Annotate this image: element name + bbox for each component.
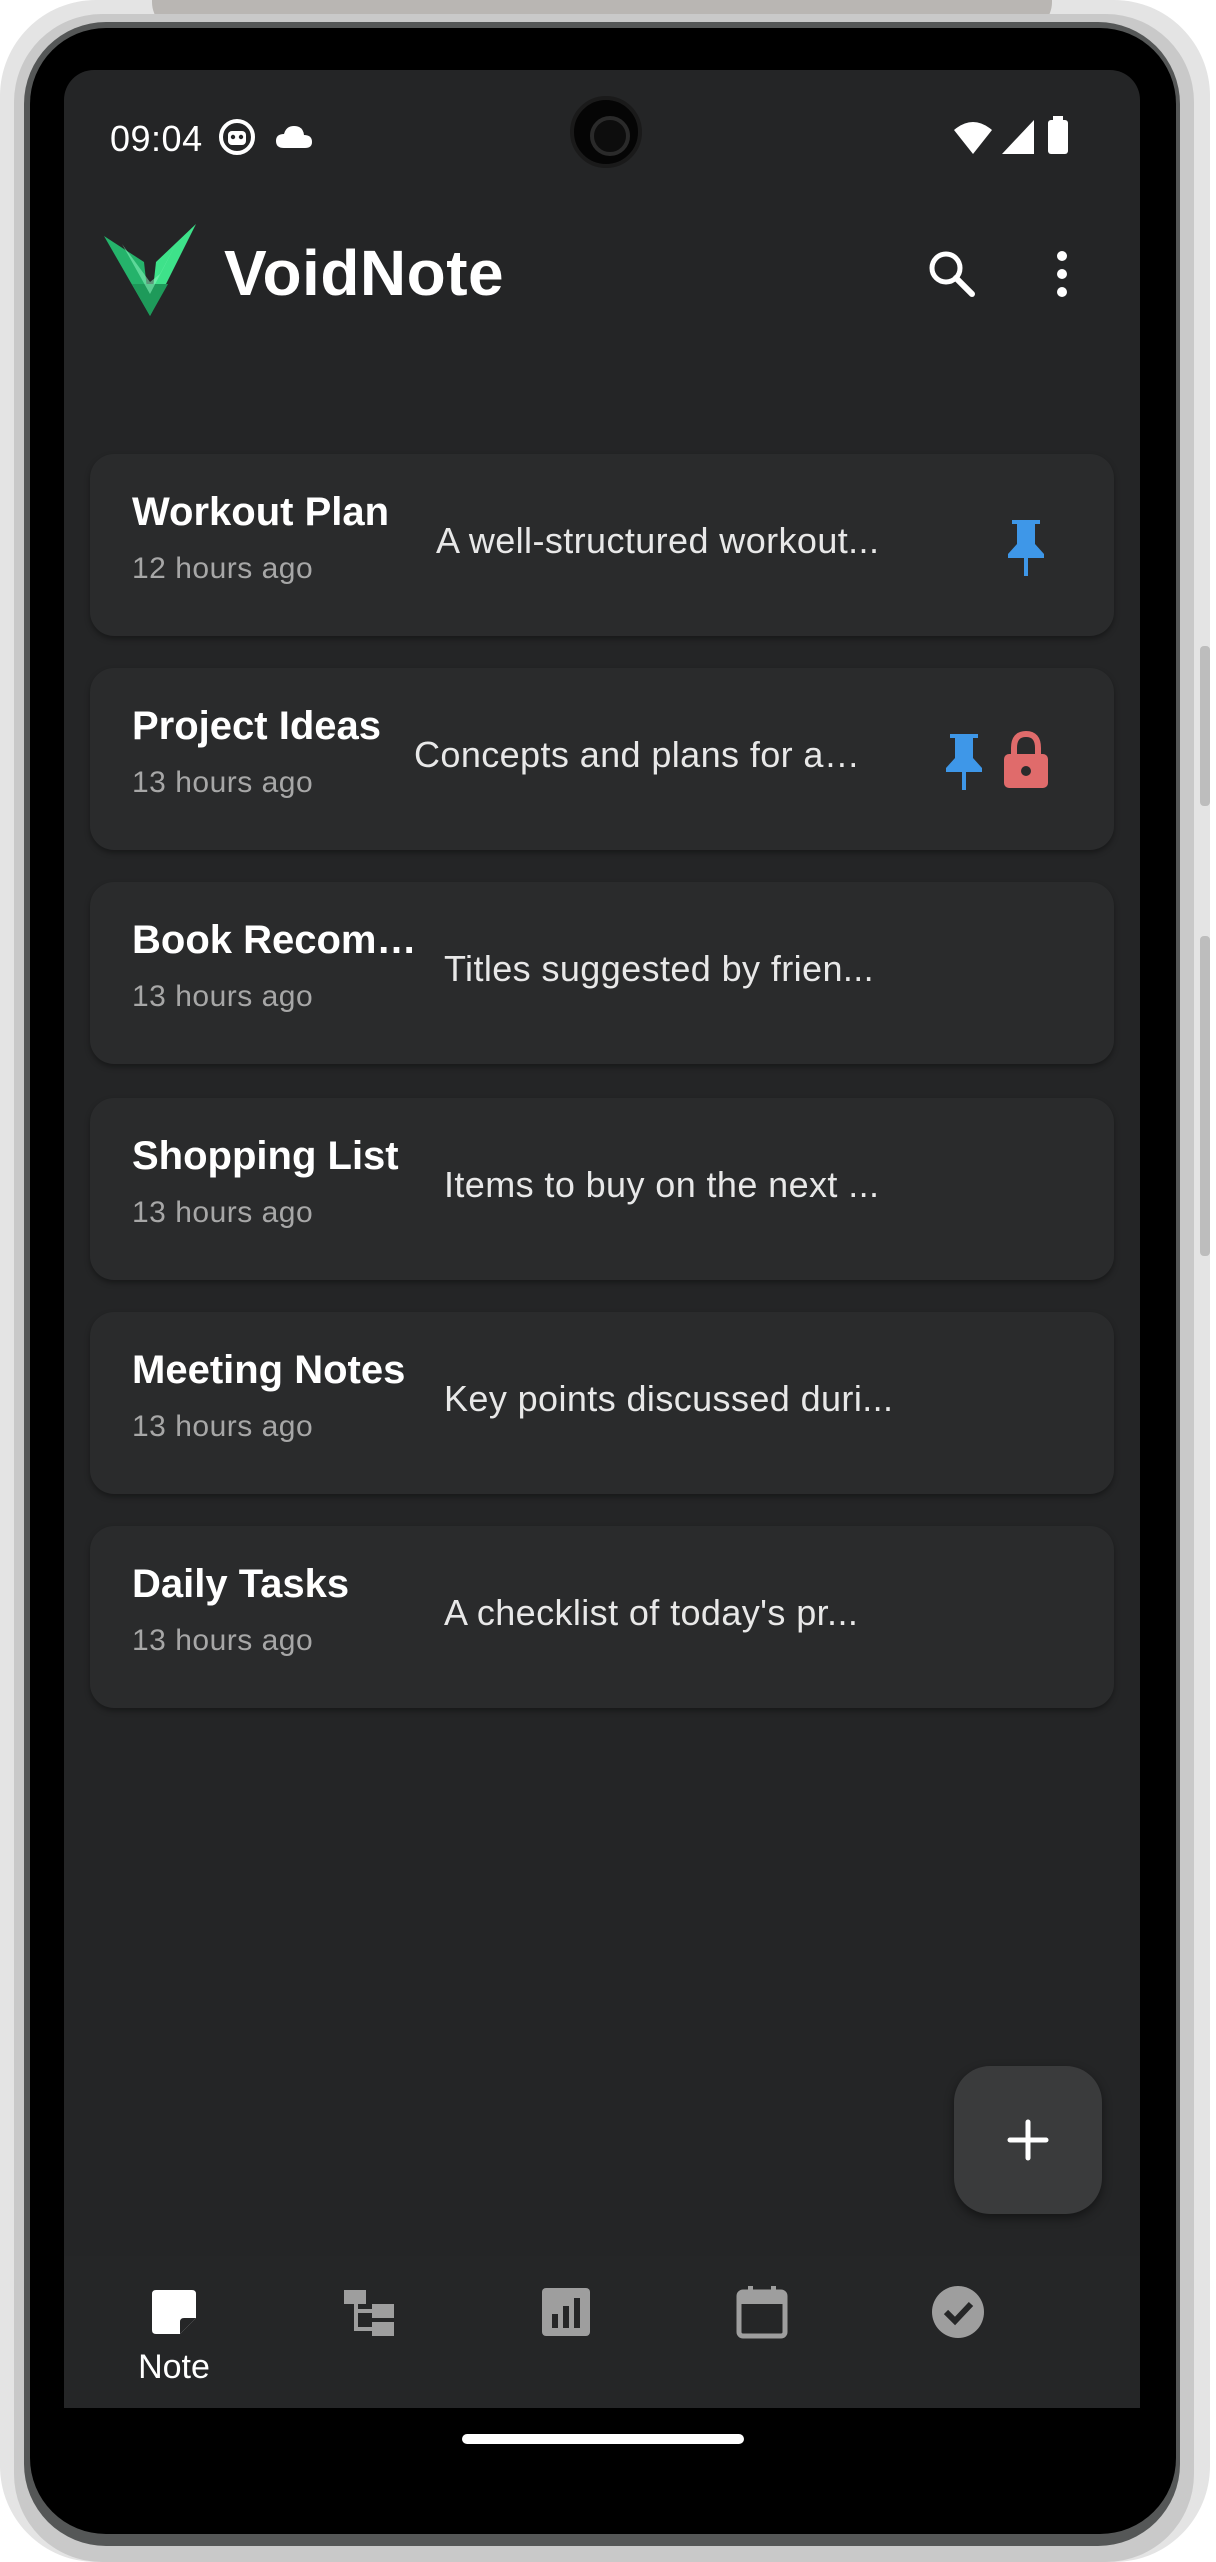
note-card[interactable]: Daily Tasks 13 hours ago A checklist of … [90, 1526, 1114, 1708]
nav-item-tasks[interactable] [860, 2256, 1056, 2408]
note-timestamp: 13 hours ago [132, 1410, 314, 1443]
note-title: Meeting Notes [132, 1348, 406, 1392]
note-title: Book Recom… [132, 918, 417, 962]
device-frame: 09:04 VoidNote Workout Plan 12 hours ago… [0, 0, 1210, 2562]
note-title: Daily Tasks [132, 1562, 350, 1606]
lock-icon [998, 730, 1054, 792]
note-title: Shopping List [132, 1134, 399, 1178]
plus-icon [954, 2119, 1102, 2218]
note-card[interactable]: Shopping List 13 hours ago Items to buy … [90, 1098, 1114, 1280]
hierarchy-icon [342, 2284, 398, 2340]
calendar-icon [734, 2284, 790, 2340]
app-bar: VoidNote [64, 70, 1140, 316]
note-preview: Key points discussed duri... [444, 1378, 894, 1419]
note-card[interactable]: Project Ideas 13 hours ago Concepts and … [90, 668, 1114, 850]
note-card[interactable]: Book Recom… 13 hours ago Titles suggeste… [90, 882, 1114, 1064]
check-circle-icon [930, 2284, 986, 2340]
nav-label-note: Note [138, 2348, 210, 2386]
note-card[interactable]: Workout Plan 12 hours ago A well-structu… [90, 454, 1114, 636]
voidnote-logo [102, 224, 198, 320]
note-icon [146, 2284, 202, 2340]
app-title: VoidNote [224, 237, 505, 309]
note-preview: A checklist of today's pr... [444, 1592, 859, 1633]
note-card[interactable]: Meeting Notes 13 hours ago Key points di… [90, 1312, 1114, 1494]
note-timestamp: 13 hours ago [132, 980, 314, 1013]
note-title: Project Ideas [132, 704, 382, 748]
chart-icon [538, 2284, 594, 2340]
device-volume-button [1200, 936, 1210, 1256]
note-preview: Items to buy on the next ... [444, 1164, 880, 1205]
note-timestamp: 12 hours ago [132, 552, 314, 585]
more-vert-icon [1026, 251, 1098, 314]
pin-icon [998, 516, 1054, 578]
nav-item-note[interactable]: Note [76, 2256, 272, 2408]
bottom-navigation: Note [64, 2256, 1140, 2408]
note-timestamp: 13 hours ago [132, 1624, 314, 1657]
add-note-button[interactable] [954, 2066, 1102, 2214]
gesture-navigation-area [64, 2408, 1140, 2470]
home-indicator[interactable] [462, 2434, 744, 2444]
note-preview: Titles suggested by frien... [444, 948, 875, 989]
nav-item-hierarchy[interactable] [272, 2256, 468, 2408]
nav-item-calendar[interactable] [664, 2256, 860, 2408]
note-timestamp: 13 hours ago [132, 766, 314, 799]
pin-icon [936, 730, 992, 792]
search-icon [916, 251, 988, 314]
more-options-button[interactable] [1026, 238, 1098, 310]
note-timestamp: 13 hours ago [132, 1196, 314, 1229]
note-preview: A well-structured workout... [436, 520, 880, 561]
nav-item-chart[interactable] [468, 2256, 664, 2408]
app-screen: 09:04 VoidNote Workout Plan 12 hours ago… [64, 70, 1140, 2470]
device-power-button [1200, 646, 1210, 806]
note-title: Workout Plan [132, 490, 390, 534]
note-preview: Concepts and plans for a… [414, 734, 861, 775]
search-button[interactable] [916, 238, 988, 310]
